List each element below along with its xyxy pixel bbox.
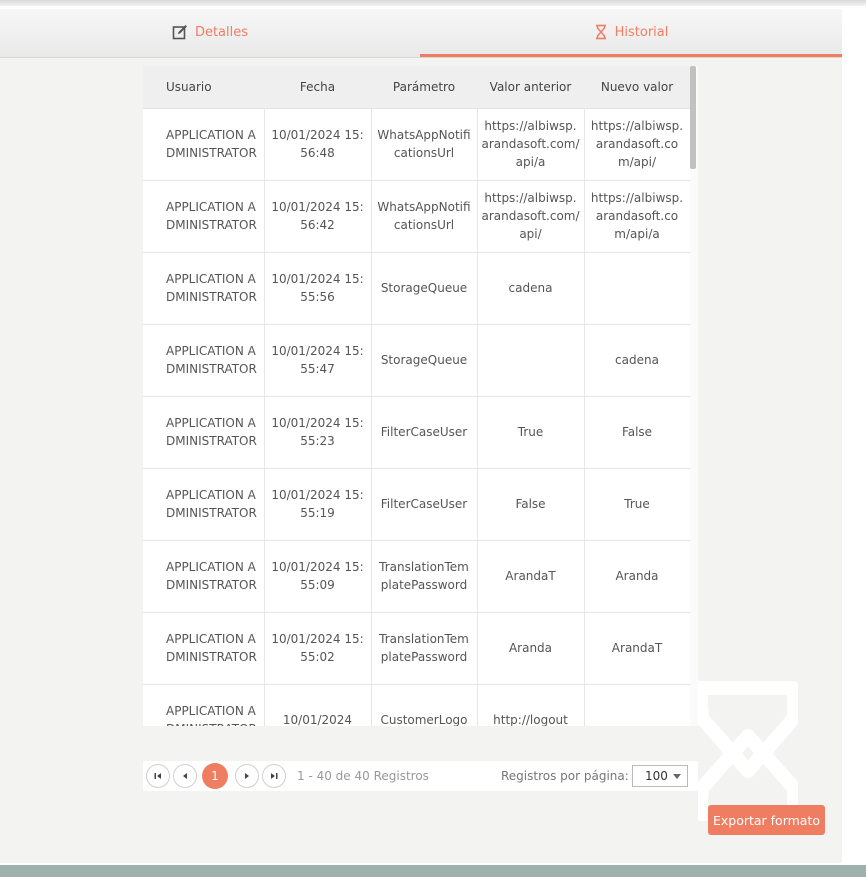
hourglass-watermark-icon (693, 676, 801, 826)
top-shadow (0, 0, 866, 6)
per-page-label: Registros por página: (501, 769, 629, 783)
cell-fecha: 10/01/2024 15:55:23 (263, 395, 372, 469)
scrollbar-thumb[interactable] (690, 66, 696, 169)
cell-parametro: CustomerLogo (370, 683, 478, 726)
cell-nuevo-valor: False (583, 395, 691, 469)
table-row[interactable]: APPLICATION ADMINISTRATOR 10/01/2024 15:5… (143, 539, 691, 613)
cell-valor-anterior: Aranda (476, 611, 585, 685)
cell-usuario: APPLICATION ADMINISTRATOR (143, 467, 265, 541)
tab-bar: Detalles Historial (0, 9, 842, 58)
cell-valor-anterior: http://logout (476, 683, 585, 726)
cell-nuevo-valor: cadena (583, 323, 691, 397)
cell-nuevo-valor (583, 683, 691, 726)
cell-fecha: 10/01/2024 15:56:48 (263, 107, 372, 181)
tab-historial[interactable]: Historial (420, 9, 842, 57)
prev-page-icon[interactable] (173, 764, 197, 788)
cell-usuario: APPLICATION ADMINISTRATOR (143, 683, 265, 726)
table-row[interactable]: APPLICATION ADMINISTRATOR 10/01/2024 15:5… (143, 323, 691, 397)
cell-parametro: WhatsAppNotificationsUrl (370, 107, 478, 181)
cell-valor-anterior: https://albiwsp.arandasoft.com/api/ (476, 179, 585, 253)
cell-parametro: TranslationTemplatePassword (370, 611, 478, 685)
pagination-bar: 1 1 - 40 de 40 Registros Registros por p… (143, 761, 698, 791)
cell-parametro: WhatsAppNotificationsUrl (370, 179, 478, 253)
cell-fecha: 10/01/2024 15:55:56 (263, 251, 372, 325)
pagination-info: 1 - 40 de 40 Registros (297, 769, 429, 783)
tab-detalles[interactable]: Detalles (0, 9, 420, 55)
column-header-usuario[interactable]: Usuario (143, 66, 264, 109)
footer-bar (0, 865, 866, 877)
per-page-select[interactable]: 100 (632, 765, 688, 787)
tab-detalles-label: Detalles (194, 24, 249, 40)
cell-nuevo-valor (583, 251, 691, 325)
cell-nuevo-valor: https://albiwsp.arandasoft.com/api/ (583, 107, 691, 181)
last-page-icon[interactable] (262, 764, 286, 788)
cell-parametro: TranslationTemplatePassword (370, 539, 478, 613)
chevron-down-icon (673, 774, 681, 779)
cell-usuario: APPLICATION ADMINISTRATOR (143, 611, 265, 685)
export-format-button[interactable]: Exportar formato (708, 805, 825, 835)
table-row[interactable]: APPLICATION ADMINISTRATOR10/01/2024Custo… (143, 683, 691, 726)
cell-nuevo-valor: Aranda (583, 539, 691, 613)
cell-fecha: 10/01/2024 15:55:09 (263, 539, 372, 613)
cell-nuevo-valor: https://albiwsp.arandasoft.com/api/a (583, 179, 691, 253)
table-row[interactable]: APPLICATION ADMINISTRATOR 10/01/2024 15:5… (143, 107, 691, 181)
cell-valor-anterior: ArandaT (476, 539, 585, 613)
cell-valor-anterior: True (476, 395, 585, 469)
column-header-valor-anterior[interactable]: Valor anterior (477, 66, 584, 109)
column-header-fecha[interactable]: Fecha (264, 66, 371, 109)
tab-historial-label: Historial (614, 24, 669, 40)
current-page-button[interactable]: 1 (202, 763, 228, 789)
cell-usuario: APPLICATION ADMINISTRATOR (143, 395, 265, 469)
table-row[interactable]: APPLICATION ADMINISTRATOR 10/01/2024 15:5… (143, 179, 691, 253)
cell-fecha: 10/01/2024 15:55:02 (263, 611, 372, 685)
next-page-icon[interactable] (235, 764, 259, 788)
edit-icon (172, 24, 188, 40)
cell-usuario: APPLICATION ADMINISTRATOR (143, 539, 265, 613)
cell-fecha: 10/01/2024 15:55:19 (263, 467, 372, 541)
per-page-value: 100 (645, 769, 668, 783)
first-page-icon[interactable] (146, 764, 170, 788)
cell-usuario: APPLICATION ADMINISTRATOR (143, 251, 265, 325)
table-row[interactable]: APPLICATION ADMINISTRATOR 10/01/2024 15:5… (143, 611, 691, 685)
column-header-nuevo-valor[interactable]: Nuevo valor (584, 66, 690, 109)
cell-valor-anterior: False (476, 467, 585, 541)
cell-parametro: FilterCaseUser (370, 467, 478, 541)
hourglass-icon (594, 24, 608, 40)
cell-usuario: APPLICATION ADMINISTRATOR (143, 323, 265, 397)
table-scrollbar[interactable] (690, 66, 698, 726)
cell-valor-anterior (476, 323, 585, 397)
history-table: Usuario Fecha Parámetro Valor anterior N… (143, 66, 691, 726)
cell-fecha: 10/01/2024 15:55:47 (263, 323, 372, 397)
column-header-parametro[interactable]: Parámetro (371, 66, 477, 109)
cell-parametro: StorageQueue (370, 323, 478, 397)
cell-valor-anterior: cadena (476, 251, 585, 325)
cell-nuevo-valor: ArandaT (583, 611, 691, 685)
cell-fecha: 10/01/2024 (263, 683, 372, 726)
cell-fecha: 10/01/2024 15:56:42 (263, 179, 372, 253)
cell-usuario: APPLICATION ADMINISTRATOR (143, 107, 265, 181)
table-header-row: Usuario Fecha Parámetro Valor anterior N… (143, 66, 690, 109)
history-table-container[interactable]: Usuario Fecha Parámetro Valor anterior N… (143, 66, 698, 726)
table-row[interactable]: APPLICATION ADMINISTRATOR 10/01/2024 15:5… (143, 395, 691, 469)
cell-valor-anterior: https://albiwsp.arandasoft.com/api/a (476, 107, 585, 181)
table-row[interactable]: APPLICATION ADMINISTRATOR 10/01/2024 15:5… (143, 251, 691, 325)
cell-nuevo-valor: True (583, 467, 691, 541)
cell-parametro: FilterCaseUser (370, 395, 478, 469)
cell-usuario: APPLICATION ADMINISTRATOR (143, 179, 265, 253)
table-row[interactable]: APPLICATION ADMINISTRATOR 10/01/2024 15:5… (143, 467, 691, 541)
cell-parametro: StorageQueue (370, 251, 478, 325)
